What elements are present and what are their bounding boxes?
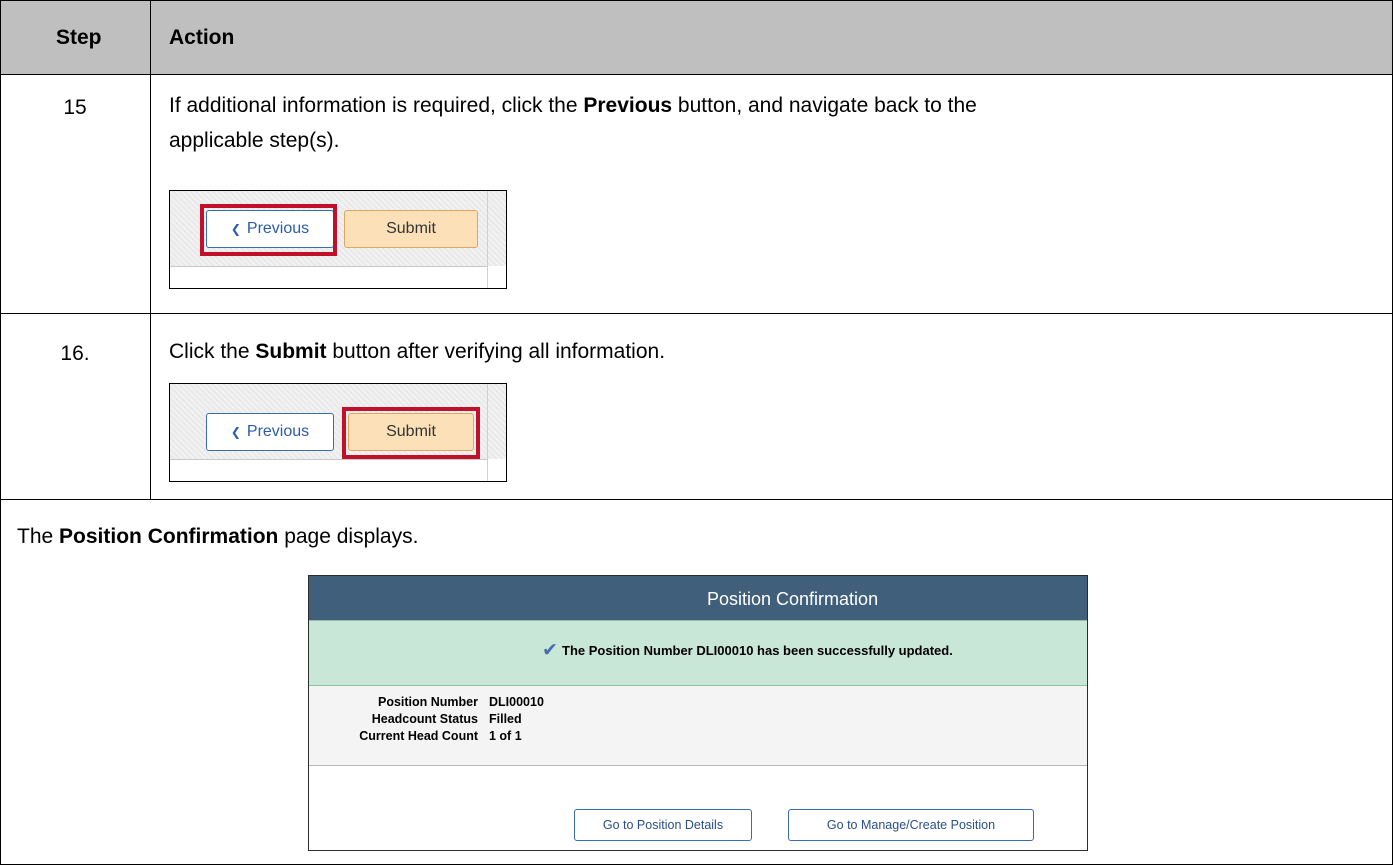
detail-value: DLI00010 [489,695,544,709]
chevron-left-icon: ❮ [230,425,241,439]
highlight-box [342,407,480,459]
go-to-position-details-button[interactable]: Go to Position Details [574,809,752,841]
detail-label: Position Number [377,695,478,709]
detail-label: Current Head Count [359,729,478,743]
detail-label: Headcount Status [371,712,478,726]
success-banner: ✔ The Position Number DLI00010 has been … [309,620,1087,686]
header-action: Action [169,26,235,49]
step-instruction: If additional information is required, c… [169,94,977,152]
panel-title: Position Confirmation [707,589,879,609]
divider [150,0,151,499]
panel-title-bar: Position Confirmation [309,576,1087,620]
position-details: Position Number DLI00010 Headcount Statu… [309,686,1087,766]
previous-button[interactable]: ❮ Previous [206,413,334,451]
step-number: 15 [63,96,87,119]
position-confirmation-panel: Position Confirmation ✔ The Position Num… [308,575,1088,851]
highlight-box [200,204,337,256]
submit-button[interactable]: Submit [344,210,478,248]
divider [0,74,1393,75]
buttons-screenshot: ❮ Previous Submit [169,383,507,482]
divider [0,499,1393,500]
checkmark-icon: ✔ [542,640,558,661]
result-description: The Position Confirmation page displays. [17,525,419,548]
divider [0,313,1393,314]
detail-value: 1 of 1 [489,729,522,743]
buttons-screenshot: ❮ Previous Submit [169,190,507,289]
header-step: Step [56,26,102,49]
step-number: 16. [60,342,90,365]
success-message: The Position Number DLI00010 has been su… [562,643,953,658]
detail-value: Filled [489,712,522,726]
step-instruction: Click the Submit button after verifying … [169,340,666,363]
go-to-manage-create-position-button[interactable]: Go to Manage/Create Position [788,809,1034,841]
